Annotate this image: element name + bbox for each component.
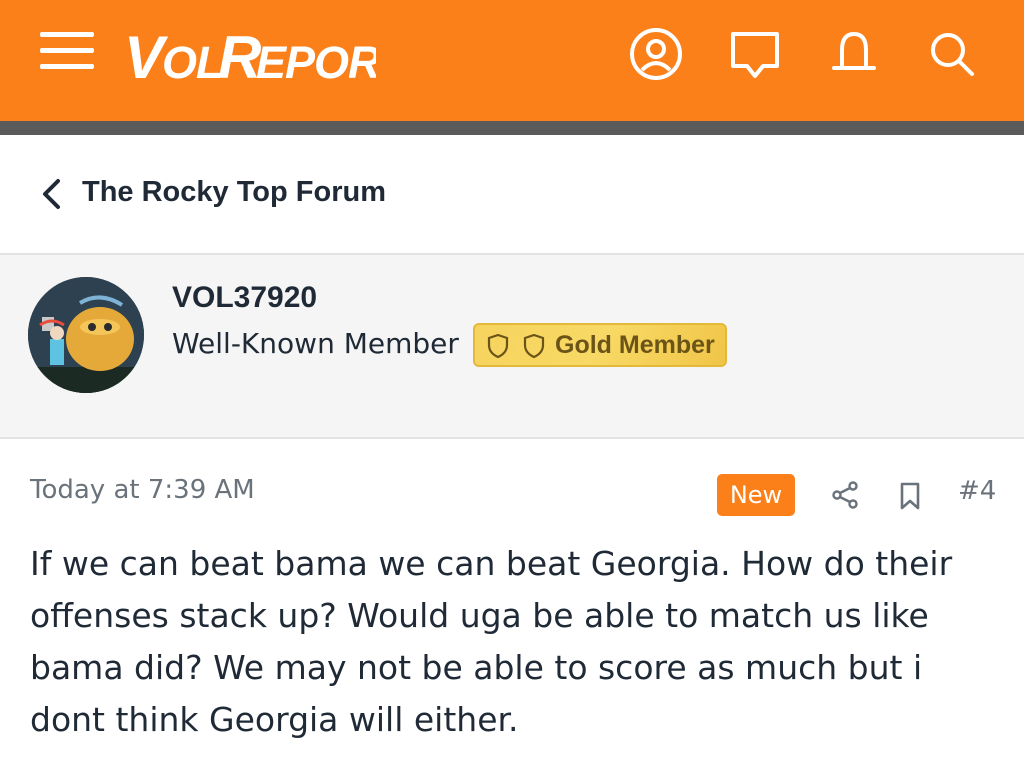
post-meta: Today at 7:39 AM New #4: [0, 439, 1024, 531]
avatar[interactable]: [28, 277, 144, 393]
chat-icon[interactable]: [727, 26, 783, 82]
bell-icon[interactable]: [826, 26, 882, 82]
post-timestamp[interactable]: Today at 7:39 AM: [30, 475, 255, 505]
svg-text:R: R: [218, 24, 261, 90]
username[interactable]: VOL37920: [172, 281, 317, 315]
avatar-image: [28, 277, 144, 393]
post-body: If we can beat bama we can beat Georgia.…: [30, 544, 953, 739]
share-icon[interactable]: [830, 480, 860, 510]
site-logo[interactable]: V OL R EPORT: [124, 20, 411, 91]
new-badge: New: [717, 474, 795, 516]
badge-label: Gold Member: [555, 331, 715, 359]
account-icon[interactable]: [628, 26, 684, 82]
header-divider: [0, 121, 1024, 135]
menu-icon[interactable]: [40, 30, 96, 70]
breadcrumb[interactable]: The Rocky Top Forum: [0, 135, 1024, 255]
svg-text:OL: OL: [162, 37, 223, 88]
member-title: Well-Known Member: [172, 327, 459, 360]
top-navigation-bar: V OL R EPORT: [0, 0, 1024, 121]
volreport-logo: V OL R EPORT: [124, 24, 411, 91]
shield-icon: [487, 333, 509, 359]
bookmark-icon[interactable]: [898, 481, 922, 511]
post-number[interactable]: #4: [958, 476, 996, 506]
chevron-left-icon[interactable]: [38, 177, 64, 211]
svg-text:EPORT: EPORT: [256, 37, 376, 88]
search-icon[interactable]: [924, 26, 980, 82]
gold-member-badge: Gold Member: [473, 323, 727, 367]
shield-icon: [523, 333, 545, 359]
breadcrumb-forum-link[interactable]: The Rocky Top Forum: [82, 176, 386, 209]
member-info: VOL37920 Well-Known Member Gold Member: [0, 255, 1024, 439]
